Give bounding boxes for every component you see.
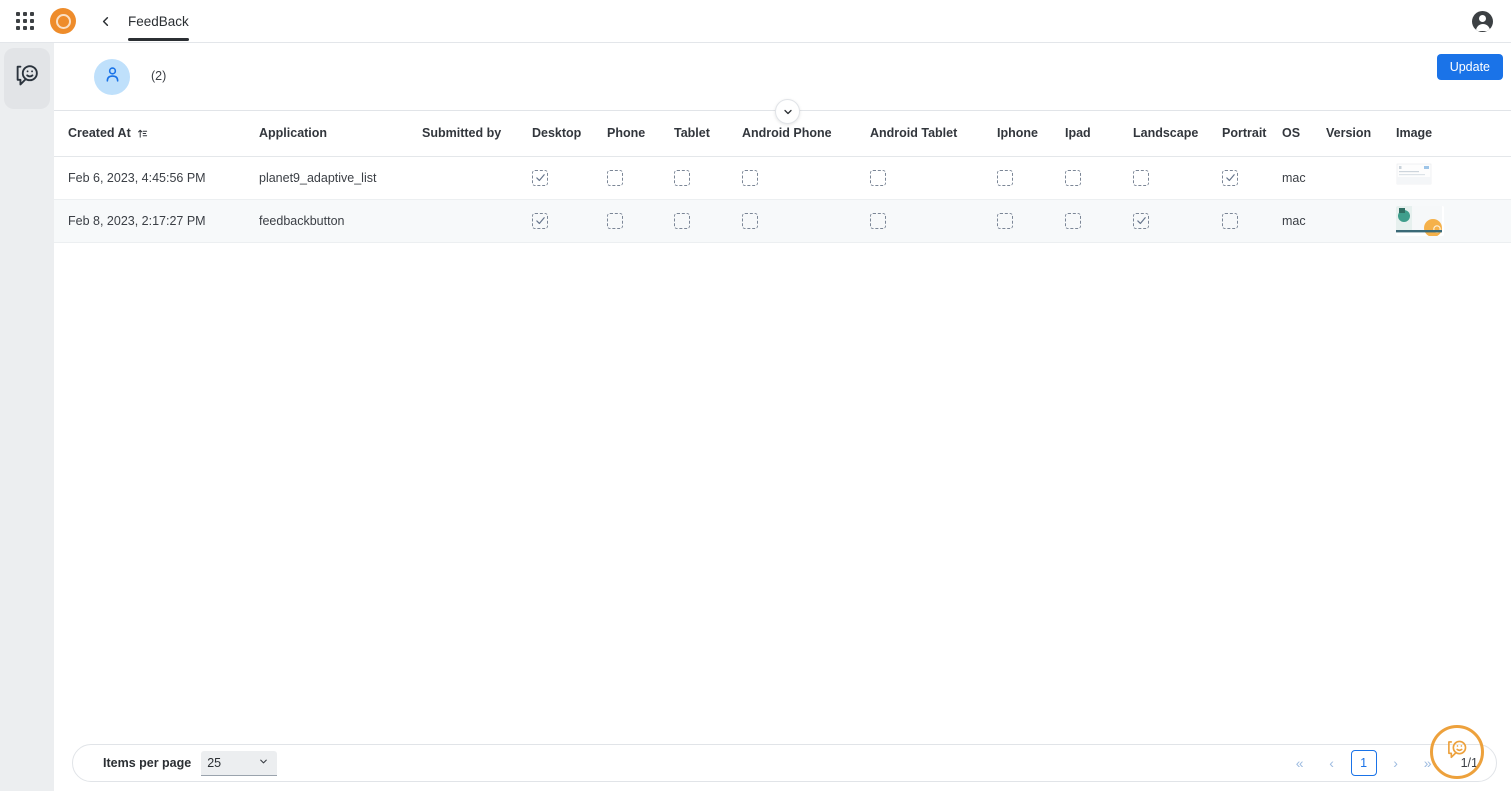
- cell-application: feedbackbutton: [259, 199, 422, 243]
- feedback-table: Created At Application Submitted by Desk…: [54, 111, 1511, 243]
- checkbox-android-phone[interactable]: [742, 169, 758, 186]
- checkbox-android-tablet[interactable]: [870, 212, 886, 229]
- cell-os: mac: [1282, 199, 1326, 243]
- cell-tablet: [674, 156, 742, 200]
- cell-android-tablet: [870, 156, 997, 200]
- cell-created-at: Feb 6, 2023, 4:45:56 PM: [54, 156, 259, 200]
- col-tablet[interactable]: Tablet: [674, 111, 742, 157]
- sort-ascending-icon[interactable]: [137, 128, 148, 139]
- col-image[interactable]: Image: [1396, 111, 1511, 157]
- items-per-page-label: Items per page: [103, 756, 192, 770]
- checkbox-desktop[interactable]: [532, 169, 548, 186]
- avatar[interactable]: [94, 59, 130, 95]
- checkbox-ipad[interactable]: [1065, 169, 1081, 186]
- cell-phone: [607, 156, 674, 200]
- next-page-button[interactable]: ›: [1383, 750, 1409, 776]
- cell-ipad: [1065, 156, 1133, 200]
- cell-application: planet9_adaptive_list: [259, 156, 422, 200]
- table-row[interactable]: Feb 6, 2023, 4:45:56 PM planet9_adaptive…: [54, 156, 1511, 200]
- table-body: Feb 6, 2023, 4:45:56 PM planet9_adaptive…: [54, 156, 1511, 243]
- col-landscape[interactable]: Landscape: [1133, 111, 1222, 157]
- cell-android-phone: [742, 199, 870, 243]
- col-android-phone[interactable]: Android Phone: [742, 111, 870, 157]
- cell-android-phone: [742, 156, 870, 200]
- pagination-bar: Items per page 25 50 100 « ‹ 1 › »: [72, 744, 1497, 782]
- feedback-floating-button[interactable]: [1430, 725, 1484, 779]
- page-number-1[interactable]: 1: [1350, 750, 1377, 776]
- checkbox-android-phone[interactable]: [742, 212, 758, 229]
- col-os[interactable]: OS: [1282, 111, 1326, 157]
- cell-desktop: [532, 156, 607, 200]
- cell-os: mac: [1282, 156, 1326, 200]
- first-page-button[interactable]: «: [1287, 750, 1313, 776]
- checkbox-iphone[interactable]: [997, 169, 1013, 186]
- prev-page-button[interactable]: ‹: [1319, 750, 1345, 776]
- col-submitted-by[interactable]: Submitted by: [422, 111, 532, 157]
- table-container: Created At Application Submitted by Desk…: [54, 99, 1511, 721]
- col-application[interactable]: Application: [259, 111, 422, 157]
- checkbox-portrait[interactable]: [1222, 169, 1238, 186]
- feedback-count: (2): [151, 69, 167, 83]
- col-version[interactable]: Version: [1326, 111, 1396, 157]
- cell-version: [1326, 156, 1396, 200]
- checkbox-android-tablet[interactable]: [870, 169, 886, 186]
- cell-image: [1396, 156, 1511, 200]
- col-android-tablet[interactable]: Android Tablet: [870, 111, 997, 157]
- cell-image: [1396, 199, 1511, 243]
- checkbox-landscape[interactable]: [1133, 169, 1149, 186]
- chevron-down-icon[interactable]: [775, 99, 800, 124]
- cell-landscape: [1133, 199, 1222, 243]
- checkbox-tablet[interactable]: [674, 169, 690, 186]
- top-bar: FeedBack: [0, 0, 1511, 43]
- feedback-chat-smiley-icon: [12, 61, 42, 96]
- app-root: FeedBack (2) Update Created At Applicati…: [0, 0, 1511, 791]
- cell-tablet: [674, 199, 742, 243]
- checkbox-iphone[interactable]: [997, 212, 1013, 229]
- col-ipad[interactable]: Ipad: [1065, 111, 1133, 157]
- cell-desktop: [532, 199, 607, 243]
- checkbox-tablet[interactable]: [674, 212, 690, 229]
- left-rail: [0, 43, 54, 791]
- checkbox-ipad[interactable]: [1065, 212, 1081, 229]
- cell-iphone: [997, 199, 1065, 243]
- table-row[interactable]: Feb 8, 2023, 2:17:27 PM feedbackbutton m…: [54, 199, 1511, 243]
- screenshot-thumbnail[interactable]: [1396, 205, 1444, 236]
- cell-portrait: [1222, 199, 1282, 243]
- col-desktop[interactable]: Desktop: [532, 111, 607, 157]
- cell-submitted-by: [422, 156, 532, 200]
- cell-phone: [607, 199, 674, 243]
- col-iphone[interactable]: Iphone: [997, 111, 1065, 157]
- apps-grid-icon[interactable]: [14, 10, 36, 32]
- content-panel: (2) Update Created At Application Submit…: [54, 43, 1511, 791]
- sidebar-item-feedback[interactable]: [4, 48, 50, 109]
- person-icon: [103, 65, 122, 89]
- cell-ipad: [1065, 199, 1133, 243]
- brand-logo-icon[interactable]: [50, 8, 76, 34]
- checkbox-phone[interactable]: [607, 212, 623, 229]
- back-chevron-icon[interactable]: [96, 12, 114, 30]
- cell-landscape: [1133, 156, 1222, 200]
- update-button[interactable]: Update: [1436, 54, 1503, 80]
- col-label: Created At: [68, 126, 131, 141]
- col-phone[interactable]: Phone: [607, 111, 674, 157]
- cell-android-tablet: [870, 199, 997, 243]
- cell-portrait: [1222, 156, 1282, 200]
- checkbox-portrait[interactable]: [1222, 212, 1238, 229]
- cell-created-at: Feb 8, 2023, 2:17:27 PM: [54, 199, 259, 243]
- cell-iphone: [997, 156, 1065, 200]
- checkbox-phone[interactable]: [607, 169, 623, 186]
- account-circle-icon[interactable]: [1472, 11, 1493, 32]
- tab-feedback[interactable]: FeedBack: [128, 1, 189, 41]
- checkbox-desktop[interactable]: [532, 212, 548, 229]
- screenshot-thumbnail[interactable]: [1396, 162, 1444, 193]
- cell-version: [1326, 199, 1396, 243]
- feedback-chat-smiley-icon: [1444, 737, 1470, 768]
- items-per-page-select[interactable]: 25 50 100: [201, 750, 278, 776]
- col-created-at[interactable]: Created At: [54, 111, 259, 157]
- col-portrait[interactable]: Portrait: [1222, 111, 1282, 157]
- cell-submitted-by: [422, 199, 532, 243]
- checkbox-landscape[interactable]: [1133, 212, 1149, 229]
